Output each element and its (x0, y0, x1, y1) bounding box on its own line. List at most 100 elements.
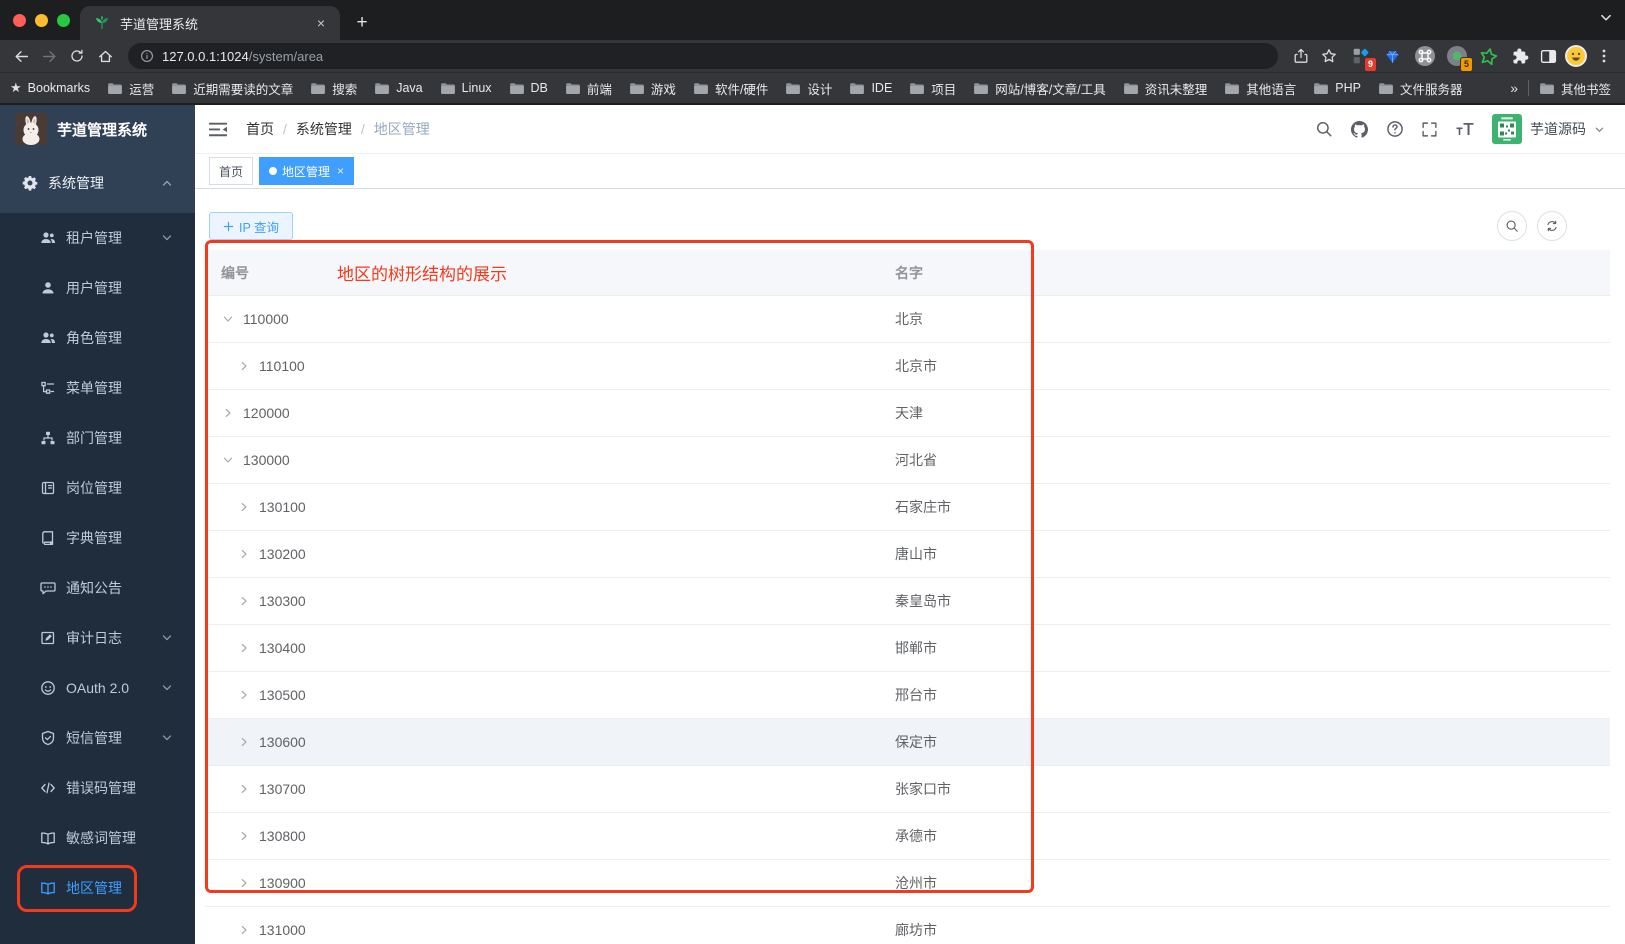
help-icon[interactable] (1386, 120, 1404, 138)
table-row[interactable]: 130900 沧州市 (205, 860, 1610, 907)
sidebar-item-dept[interactable]: 部门管理 (0, 413, 195, 463)
sidebar-item-sensword[interactable]: 敏感词管理 (0, 813, 195, 863)
bookmark-item[interactable]: Linux (440, 79, 492, 98)
table-row[interactable]: 120000 天津 (205, 390, 1610, 437)
bookmark-item[interactable]: IDE (849, 79, 892, 98)
collapse-icon[interactable] (221, 453, 235, 467)
table-row[interactable]: 110000 北京 (205, 296, 1610, 343)
collapse-icon[interactable] (221, 312, 235, 326)
table-row[interactable]: 130200 唐山市 (205, 531, 1610, 578)
bookmark-item[interactable]: 资讯未整理 (1123, 79, 1207, 98)
search-icon[interactable] (1315, 120, 1333, 138)
close-window-button[interactable] (13, 13, 26, 27)
sidebar-item-audit-log[interactable]: 审计日志 (0, 613, 195, 663)
fullscreen-icon[interactable] (1421, 121, 1438, 138)
bookmark-item[interactable]: 项目 (909, 79, 956, 98)
bookmark-item[interactable]: 文件服务器 (1378, 79, 1462, 98)
expand-icon[interactable] (237, 641, 251, 655)
bookmarks-overflow[interactable]: » (1510, 80, 1518, 96)
bookmark-item[interactable]: 软件/硬件 (693, 79, 768, 98)
expand-icon[interactable] (237, 876, 251, 890)
extensions-puzzle-icon[interactable] (1507, 43, 1533, 69)
extension-gem[interactable] (1380, 44, 1405, 69)
browser-menu-icon[interactable] (1591, 43, 1617, 69)
table-row[interactable]: 130100 石家庄市 (205, 484, 1610, 531)
sidebar-item-menu[interactable]: 菜单管理 (0, 363, 195, 413)
bookmark-item[interactable]: 设计 (785, 79, 832, 98)
sidebar-item-tenant[interactable]: 租户管理 (0, 213, 195, 263)
table-row[interactable]: 130300 秦皇岛市 (205, 578, 1610, 625)
table-row[interactable]: 130800 承德市 (205, 813, 1610, 860)
extension-greendot[interactable]: 5 (1444, 44, 1473, 72)
expand-icon[interactable] (237, 735, 251, 749)
github-icon[interactable] (1350, 120, 1369, 139)
user-menu[interactable]: 芋道源码 (1492, 114, 1605, 144)
bookmark-item[interactable]: 前端 (565, 79, 612, 98)
site-info-icon[interactable] (140, 49, 154, 63)
table-row[interactable]: 130000 河北省 (205, 437, 1610, 484)
expand-icon[interactable] (237, 594, 251, 608)
bookmark-item[interactable]: 游戏 (629, 79, 676, 98)
table-row[interactable]: 130500 邢台市 (205, 672, 1610, 719)
table-row[interactable]: 110100 北京市 (205, 343, 1610, 390)
sidebar-item-errcode[interactable]: 错误码管理 (0, 763, 195, 813)
expand-icon[interactable] (221, 406, 235, 420)
bookmark-item[interactable]: 搜索 (310, 79, 357, 98)
sidebar-item-notice[interactable]: 通知公告 (0, 563, 195, 613)
sidebar-item-system[interactable]: 系统管理 (0, 153, 195, 213)
minimize-window-button[interactable] (35, 13, 48, 27)
expand-icon[interactable] (237, 500, 251, 514)
ip-query-button[interactable]: IP 查询 (209, 212, 294, 240)
bookmark-item[interactable]: 网站/博客/文章/工具 (973, 79, 1106, 98)
sidebar-item-sms[interactable]: 短信管理 (0, 713, 195, 763)
bookmark-star-icon[interactable] (1316, 43, 1342, 69)
extension-extgrid[interactable]: 9 (1348, 44, 1377, 72)
home-button[interactable] (92, 43, 118, 69)
sidebar-item-area[interactable]: 地区管理 (0, 863, 195, 913)
side-panel-icon[interactable] (1535, 43, 1561, 69)
table-row[interactable]: 130700 张家口市 (205, 766, 1610, 813)
sidebar-item-oauth[interactable]: OAuth 2.0 (0, 663, 195, 713)
bookmark-item[interactable]: 其他语言 (1224, 79, 1296, 98)
browser-tab[interactable]: 芋道管理系统 × (80, 6, 340, 40)
reload-button[interactable] (64, 43, 90, 69)
sidebar-item-post[interactable]: 岗位管理 (0, 463, 195, 513)
table-search-button[interactable] (1497, 211, 1527, 241)
bookmark-item[interactable]: PHP (1313, 79, 1361, 98)
back-button[interactable] (8, 43, 34, 69)
table-row[interactable]: 130600 保定市 (205, 719, 1610, 766)
tag-home[interactable]: 首页 (209, 157, 254, 185)
forward-button[interactable] (36, 43, 62, 69)
extension-greenstar[interactable] (1476, 44, 1501, 69)
bookmark-item[interactable]: 运营 (107, 79, 154, 98)
expand-icon[interactable] (237, 829, 251, 843)
share-icon[interactable] (1288, 43, 1314, 69)
bookmark-item[interactable]: 近期需要读的文章 (171, 79, 293, 98)
expand-icon[interactable] (237, 359, 251, 373)
tag-area-active[interactable]: 地区管理 × (259, 157, 355, 185)
extension-cmdcircle[interactable] (1412, 44, 1437, 69)
other-bookmarks[interactable]: 其他书签 (1539, 79, 1611, 98)
sidebar-item-dict[interactable]: 字典管理 (0, 513, 195, 563)
profile-avatar[interactable] (1563, 43, 1589, 69)
breadcrumb-system[interactable]: 系统管理 (296, 119, 352, 139)
table-row[interactable]: 131000 廊坊市 (205, 907, 1610, 944)
expand-icon[interactable] (237, 547, 251, 561)
table-row[interactable]: 130400 邯郸市 (205, 625, 1610, 672)
bookmarks-root[interactable]: ★ Bookmarks (10, 80, 90, 96)
tag-close-icon[interactable]: × (337, 164, 344, 178)
new-tab-button[interactable]: + (348, 9, 376, 37)
address-bar[interactable]: 127.0.0.1:1024/system/area (128, 43, 1278, 69)
sidebar-collapse-icon[interactable] (195, 121, 238, 138)
tab-close-icon[interactable]: × (312, 14, 330, 32)
breadcrumb-home[interactable]: 首页 (246, 119, 274, 139)
expand-icon[interactable] (237, 923, 251, 937)
font-size-icon[interactable] (1455, 121, 1475, 137)
table-refresh-button[interactable] (1537, 211, 1567, 241)
expand-icon[interactable] (237, 782, 251, 796)
tab-overflow-chevron-icon[interactable] (1599, 11, 1613, 25)
bookmark-item[interactable]: Java (374, 79, 423, 98)
maximize-window-button[interactable] (57, 13, 70, 27)
sidebar-item-role[interactable]: 角色管理 (0, 313, 195, 363)
expand-icon[interactable] (237, 688, 251, 702)
